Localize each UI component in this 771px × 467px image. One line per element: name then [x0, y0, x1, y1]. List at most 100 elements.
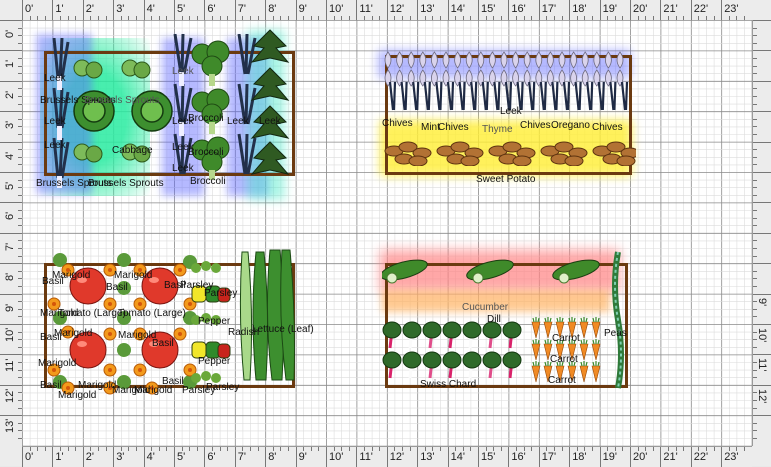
marigold-center — [108, 368, 112, 372]
ruler-tick — [151, 447, 153, 451]
ruler-tick — [82, 447, 84, 467]
ruler-tick — [0, 263, 22, 265]
ruler-label: 9' — [298, 451, 307, 463]
ruler-label: 7' — [237, 3, 247, 15]
plant-label: Leek — [172, 142, 194, 153]
carrot-top — [592, 317, 600, 323]
ruler-tick — [721, 0, 723, 20]
ruler-tick — [128, 447, 130, 451]
onion-bulb — [431, 51, 438, 69]
plant-label: Chives — [520, 120, 551, 131]
ruler-tick — [584, 447, 586, 451]
chive-stalk — [470, 82, 478, 111]
carrot-top — [580, 361, 588, 367]
ruler-tick — [0, 232, 22, 234]
chive-stalk — [597, 82, 605, 111]
ruler-tick — [753, 346, 757, 348]
ruler-tick — [22, 447, 23, 467]
chard-leaf — [402, 321, 422, 339]
ruler-tick — [90, 447, 92, 451]
ruler-tick — [753, 415, 771, 417]
ruler-tick — [242, 447, 244, 451]
plant-label: Marigold — [54, 328, 93, 339]
onion-bulb — [593, 51, 601, 69]
ruler-tick — [402, 447, 403, 451]
ruler-tick — [356, 0, 358, 20]
ruler-label: 4' — [146, 451, 155, 463]
ruler-label: 2' — [4, 90, 16, 99]
plant-label: Leek — [259, 116, 281, 127]
carrot-root — [579, 343, 589, 361]
ruler-tick — [310, 447, 312, 451]
ruler-tick — [196, 447, 198, 451]
ruler-tick — [204, 447, 206, 467]
ruler-tick — [113, 0, 115, 20]
onion-bulb — [547, 51, 554, 69]
chard-leaf — [402, 351, 422, 369]
plant-label: Dill — [487, 314, 501, 325]
plant-label: Marigold — [114, 270, 153, 281]
chive-stalk — [528, 82, 536, 111]
ruler-tick — [690, 447, 692, 467]
carrot-top — [544, 339, 552, 345]
ruler-label: 11' — [359, 3, 373, 15]
ruler-tick — [158, 447, 160, 451]
plant-label: Thyme — [482, 124, 513, 135]
plant-label: Marigold — [118, 330, 157, 341]
marigold-center — [108, 332, 112, 336]
ruler-label: 23' — [724, 451, 739, 463]
ruler-corner — [752, 0, 771, 20]
ruler-tick — [753, 88, 757, 90]
ruler-tick — [174, 0, 175, 20]
ruler-tick — [753, 392, 757, 394]
ruler-label: 9' — [298, 3, 307, 15]
ruler-label: 17' — [541, 451, 557, 463]
ruler-tick — [386, 447, 388, 467]
ruler-label: 10' — [4, 327, 16, 342]
ruler-label: 8' — [268, 451, 277, 463]
ruler-corner — [0, 0, 22, 20]
chive-stalk — [435, 82, 443, 111]
ruler-tick — [753, 316, 757, 318]
ruler-label: 8' — [268, 3, 277, 15]
plant-label: Leek — [44, 116, 66, 127]
ruler-label: 22' — [693, 3, 709, 15]
carrot-root — [591, 365, 601, 383]
ruler-label: 5' — [177, 3, 186, 15]
ruler-label: 8' — [4, 272, 16, 282]
marigold-center — [138, 302, 142, 306]
ruler-tick — [753, 240, 757, 242]
chard-leaf — [462, 351, 482, 369]
ruler-tick — [0, 293, 22, 295]
plant-label: Tomato (Large) — [118, 308, 186, 319]
ruler-tick — [204, 0, 206, 20]
ruler-tick — [728, 447, 730, 451]
ruler-tick — [753, 324, 771, 325]
chive-stalk — [574, 82, 582, 111]
carrot-root — [531, 365, 541, 383]
ruler-tick — [744, 447, 745, 451]
ruler-tick — [424, 447, 426, 451]
onion-bulb — [407, 51, 415, 69]
plant-label: Marigold — [38, 358, 77, 369]
ruler-tick — [753, 73, 757, 75]
ruler-label: 11' — [359, 451, 373, 463]
plant-label: Basil — [162, 376, 184, 387]
ruler-tick — [470, 447, 472, 451]
ruler-tick — [364, 447, 365, 451]
onion-bulb — [512, 51, 519, 69]
plant-label: Parsley — [204, 288, 238, 299]
garden-canvas[interactable]: Leek Leek Brussels Sprouts Brussels Spro… — [22, 20, 752, 446]
ruler-tick — [753, 134, 757, 135]
ruler-tick — [753, 202, 771, 204]
ruler-tick — [326, 447, 327, 467]
ruler-tick — [516, 447, 517, 451]
ruler-tick — [500, 447, 502, 451]
ruler-tick — [538, 0, 540, 20]
ruler-tick — [29, 447, 31, 451]
plant-label: Pepper — [198, 316, 231, 327]
ruler-tick — [690, 0, 692, 20]
ruler-tick — [462, 447, 464, 451]
chive-stalk — [481, 82, 489, 111]
ruler-tick — [44, 447, 46, 451]
